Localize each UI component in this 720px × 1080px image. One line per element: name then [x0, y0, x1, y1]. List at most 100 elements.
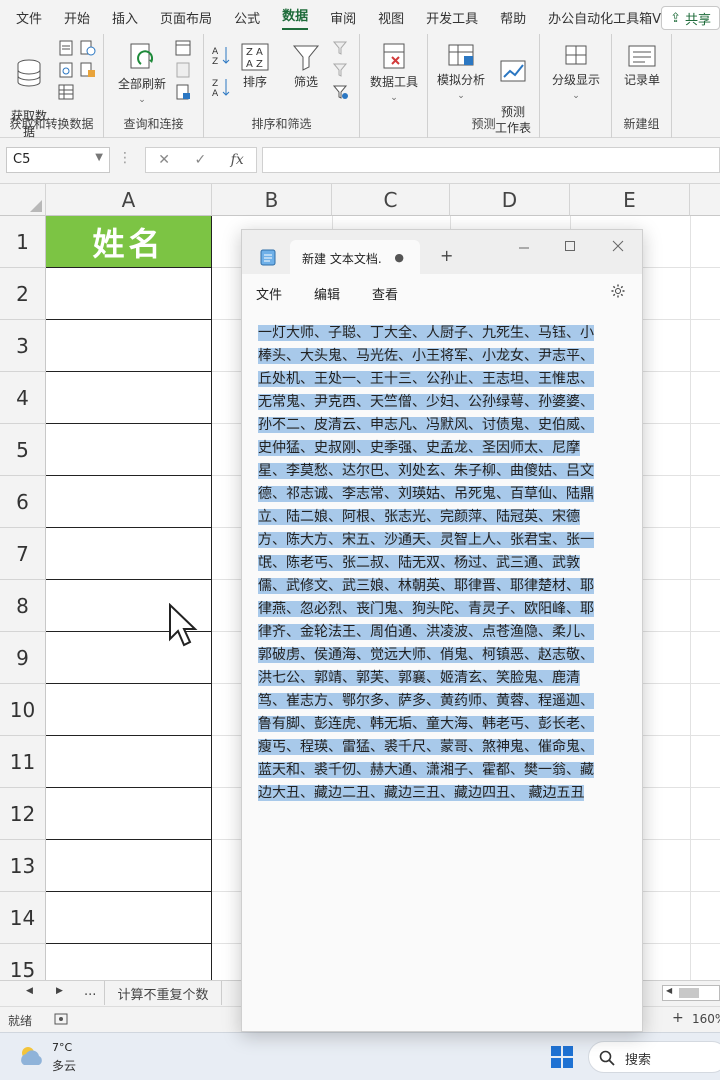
- scroll-thumb[interactable]: [679, 988, 699, 998]
- selected-text: 鲁有脚、彭连虎、韩无垢、童大海、韩老丐、彭长老、: [258, 716, 594, 732]
- tab-insert[interactable]: 插入: [112, 8, 138, 27]
- refresh-all-button[interactable]: 全部刷新 ⌄: [114, 42, 170, 108]
- tab-help[interactable]: 帮助: [500, 8, 526, 27]
- sheet-tab[interactable]: 计算不重复个数: [104, 981, 222, 1005]
- cell-a12[interactable]: [46, 788, 212, 840]
- row-header-1[interactable]: 1: [0, 216, 46, 268]
- name-box[interactable]: C5 ▼: [6, 147, 110, 173]
- recent-sources-button[interactable]: [80, 40, 96, 60]
- row-header-3[interactable]: 3: [0, 320, 46, 372]
- minimize-icon[interactable]: [518, 242, 530, 254]
- notepad-titlebar[interactable]: 新建 文本文档. ● +: [242, 230, 642, 274]
- cell-a13[interactable]: [46, 840, 212, 892]
- from-table-button[interactable]: [58, 84, 74, 104]
- tab-review[interactable]: 审阅: [330, 8, 356, 27]
- row-header-11[interactable]: 11: [0, 736, 46, 788]
- row-header-10[interactable]: 10: [0, 684, 46, 736]
- sort-button[interactable]: Z AA Z 排序: [238, 42, 272, 90]
- windows-start-icon[interactable]: [550, 1045, 574, 1069]
- tab-developer[interactable]: 开发工具: [426, 8, 478, 27]
- drag-handle-icon[interactable]: ⋮: [118, 150, 132, 166]
- notepad-menu-file[interactable]: 文件: [256, 284, 282, 303]
- column-header-b[interactable]: B: [212, 184, 332, 216]
- data-tools-button[interactable]: 数据工具 ⌄: [366, 42, 422, 106]
- cell-a5[interactable]: [46, 424, 212, 476]
- row-header-4[interactable]: 4: [0, 372, 46, 424]
- tab-page-layout[interactable]: 页面布局: [160, 8, 212, 27]
- row-header-7[interactable]: 7: [0, 528, 46, 580]
- column-header-d[interactable]: D: [450, 184, 570, 216]
- name-box-dropdown-icon[interactable]: ▼: [95, 152, 103, 163]
- cell-a11[interactable]: [46, 736, 212, 788]
- column-header-f[interactable]: [690, 184, 720, 216]
- row-header-2[interactable]: 2: [0, 268, 46, 320]
- properties-button[interactable]: [174, 62, 192, 82]
- new-tab-button[interactable]: +: [440, 246, 453, 265]
- from-text-button[interactable]: [58, 40, 74, 60]
- advanced-filter-button[interactable]: [332, 84, 350, 104]
- notepad-document-tab[interactable]: 新建 文本文档. ●: [290, 240, 420, 274]
- tab-file[interactable]: 文件: [16, 8, 42, 27]
- sort-z-to-a-button[interactable]: ZA: [210, 76, 232, 102]
- selected-text: 史仲猛、史叔刚、史季强、史孟龙、圣因师太、尼摩: [258, 440, 580, 456]
- taskbar-search-box[interactable]: 搜索: [588, 1041, 720, 1073]
- maximize-icon[interactable]: [564, 240, 576, 252]
- cell-a10[interactable]: [46, 684, 212, 736]
- tab-formulas[interactable]: 公式: [234, 8, 260, 27]
- tab-home[interactable]: 开始: [64, 8, 90, 27]
- row-header-15[interactable]: 15: [0, 944, 46, 980]
- unsaved-indicator-icon[interactable]: ●: [394, 251, 404, 264]
- sheet-more-button[interactable]: ...: [84, 984, 96, 999]
- tab-data[interactable]: 数据: [282, 5, 309, 30]
- tab-view[interactable]: 视图: [378, 8, 404, 27]
- row-header-13[interactable]: 13: [0, 840, 46, 892]
- outline-button[interactable]: 分级显示 ⌄: [548, 42, 604, 104]
- cell-a6[interactable]: [46, 476, 212, 528]
- clear-filter-button[interactable]: [332, 40, 350, 60]
- notepad-menu-view[interactable]: 查看: [372, 284, 398, 303]
- cancel-icon[interactable]: ✕: [158, 152, 170, 168]
- formula-input[interactable]: [262, 147, 720, 173]
- column-header-a[interactable]: A: [46, 184, 212, 216]
- notepad-text-area[interactable]: 一灯大师、子聪、丁大全、人厨子、九死生、马钰、小 棒头、大头鬼、马光佐、小王将军、…: [258, 322, 634, 805]
- horizontal-scrollbar[interactable]: ◀: [662, 985, 720, 1001]
- reapply-filter-button[interactable]: [332, 62, 350, 82]
- row-header-14[interactable]: 14: [0, 892, 46, 944]
- row-header-9[interactable]: 9: [0, 632, 46, 684]
- row-header-6[interactable]: 6: [0, 476, 46, 528]
- notepad-menu-edit[interactable]: 编辑: [314, 284, 340, 303]
- close-icon[interactable]: [612, 240, 624, 252]
- insert-function-icon[interactable]: fx: [231, 152, 244, 168]
- cell-a2[interactable]: [46, 268, 212, 320]
- zoom-in-button[interactable]: +: [672, 1010, 684, 1026]
- queries-connections-button[interactable]: [174, 40, 192, 60]
- sheet-prev-icon[interactable]: ◀: [26, 986, 33, 996]
- existing-connections-button[interactable]: [80, 62, 96, 82]
- row-header-12[interactable]: 12: [0, 788, 46, 840]
- scroll-left-icon[interactable]: ◀: [666, 986, 672, 995]
- edit-links-button[interactable]: [174, 84, 192, 104]
- settings-gear-icon[interactable]: [610, 283, 626, 299]
- cell-a1[interactable]: 姓名: [46, 216, 212, 268]
- cell-a14[interactable]: [46, 892, 212, 944]
- accessibility-icon[interactable]: [54, 1012, 68, 1026]
- row-header-8[interactable]: 8: [0, 580, 46, 632]
- column-header-c[interactable]: C: [332, 184, 450, 216]
- what-if-analysis-button[interactable]: 模拟分析 ⌄: [434, 42, 488, 104]
- cell-a3[interactable]: [46, 320, 212, 372]
- row-header-5[interactable]: 5: [0, 424, 46, 476]
- cell-a15[interactable]: [46, 944, 212, 980]
- sort-a-to-z-button[interactable]: AZ: [210, 44, 232, 69]
- share-button[interactable]: ⇪ 共享: [661, 6, 720, 30]
- confirm-icon[interactable]: ✓: [194, 152, 206, 168]
- zoom-level[interactable]: 160%: [692, 1012, 720, 1026]
- from-web-button[interactable]: [58, 62, 74, 82]
- cell-a7[interactable]: [46, 528, 212, 580]
- cell-a4[interactable]: [46, 372, 212, 424]
- column-header-e[interactable]: E: [570, 184, 690, 216]
- sheet-next-icon[interactable]: ▶: [56, 986, 63, 996]
- weather-cloud-icon[interactable]: [18, 1043, 46, 1069]
- filter-button[interactable]: 筛选: [288, 42, 324, 90]
- record-form-button[interactable]: 记录单: [618, 42, 666, 88]
- select-all-button[interactable]: [0, 184, 46, 216]
